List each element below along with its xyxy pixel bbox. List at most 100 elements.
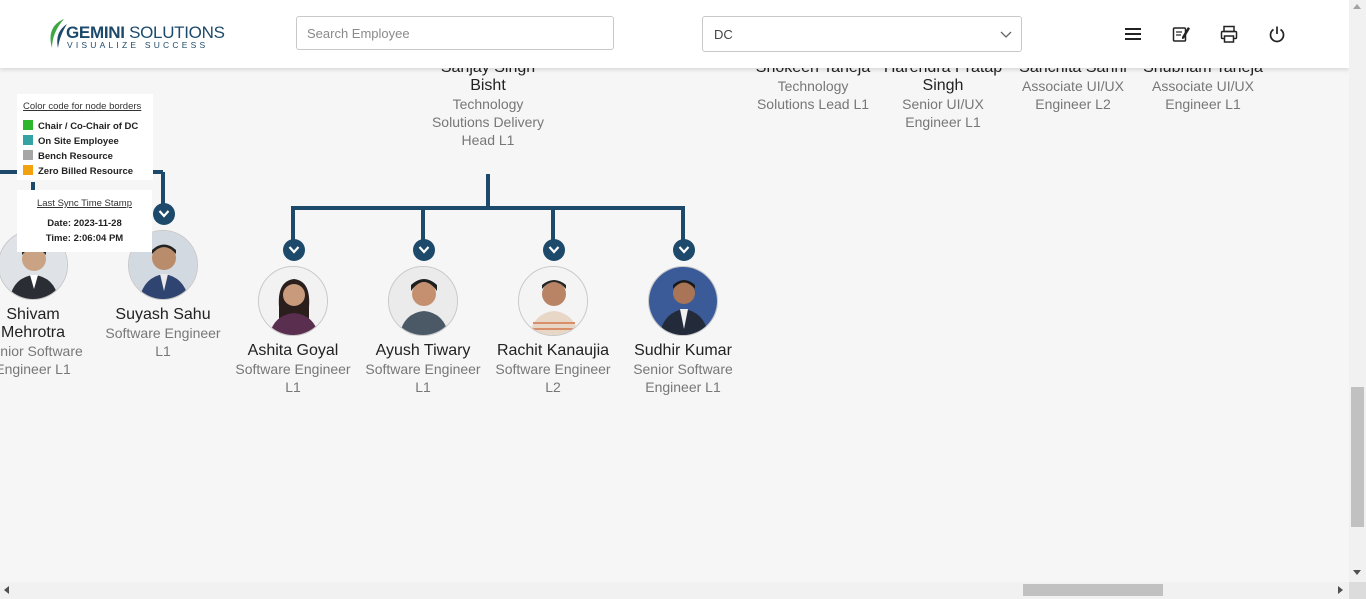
node-ayush-tiwary[interactable]: Ayush Tiwary Software Engineer L1	[358, 342, 488, 396]
avatar-ashita-goyal[interactable]	[258, 266, 328, 336]
node-sanjay-singh-bisht[interactable]: Sanjay Singh Bisht Technology Solutions …	[423, 68, 553, 149]
scroll-up-arrow-icon[interactable]	[1353, 4, 1361, 9]
node-role: Software Engineer	[495, 361, 611, 377]
sync-time: Time: 2:06:04 PM	[45, 233, 124, 244]
scroll-down-arrow-icon[interactable]	[1353, 570, 1361, 575]
expand-node-button[interactable]	[673, 239, 695, 261]
dc-dropdown[interactable]: DC	[702, 16, 1022, 52]
node-role: Head L1	[461, 132, 515, 148]
node-shokeen-taneja[interactable]: Shokeen Taneja Technology Solutions Lead…	[748, 68, 878, 113]
avatar-ayush-tiwary[interactable]	[388, 266, 458, 336]
node-name: Mehrotra	[0, 324, 66, 341]
horizontal-scrollbar[interactable]	[0, 582, 1349, 599]
legend-title: Color code for node borders	[23, 101, 142, 112]
power-logout-icon[interactable]	[1267, 24, 1287, 44]
chevron-down-icon	[1000, 31, 1012, 38]
gemini-solutions-logo[interactable]: GEMINI SOLUTIONS VISUALIZE SUCCESS	[46, 18, 225, 52]
node-name: Shokeen Taneja	[748, 68, 878, 77]
search-employee-input[interactable]	[296, 16, 614, 50]
node-name: Bisht	[470, 77, 506, 94]
logo-tagline: VISUALIZE SUCCESS	[67, 40, 209, 50]
avatar-rachit-kanaujia[interactable]	[518, 266, 588, 336]
node-role: Senior Software	[633, 361, 733, 377]
node-name: Ayush Tiwary	[375, 342, 471, 359]
node-role: Engineer L1	[905, 114, 981, 130]
node-role: Engineer L1	[0, 361, 71, 377]
node-role: Software Engineer	[105, 325, 221, 341]
sync-date: Date: 2023-11-28	[47, 218, 122, 229]
legend-item-zero-billed: Zero Billed Resource	[23, 165, 133, 177]
node-sudhir-kumar[interactable]: Sudhir Kumar Senior Software Engineer L1	[618, 342, 748, 396]
color-swatch	[23, 165, 33, 175]
dc-dropdown-value: DC	[714, 27, 733, 42]
node-role: Solutions Lead L1	[756, 96, 870, 112]
node-role: Software Engineer	[235, 361, 351, 377]
node-name: Rachit Kanaujia	[496, 342, 610, 359]
printer-icon[interactable]	[1219, 24, 1239, 44]
chevron-down-icon	[418, 246, 430, 254]
node-name: Shubham Taneja	[1138, 68, 1268, 77]
node-name: Sanchita Sahni	[1008, 68, 1138, 77]
expand-node-button[interactable]	[283, 239, 305, 261]
node-harendra-pratap-singh[interactable]: Harendra Pratap Singh Senior UI/UX Engin…	[878, 68, 1008, 131]
expand-node-button[interactable]	[153, 203, 175, 225]
person-photo-icon	[389, 267, 457, 335]
node-shivam-mehrotra[interactable]: Shivam Mehrotra Senior Software Engineer…	[0, 306, 98, 378]
legend-item-chair: Chair / Co-Chair of DC	[23, 120, 138, 132]
node-name: Sudhir Kumar	[634, 342, 732, 359]
node-name: Harendra Pratap	[878, 68, 1008, 77]
node-sanchita-sahni[interactable]: Sanchita Sahni Associate UI/UX Engineer …	[1008, 68, 1138, 113]
node-rachit-kanaujia[interactable]: Rachit Kanaujia Software Engineer L2	[488, 342, 618, 396]
node-role: Engineer L1	[645, 379, 721, 395]
chevron-down-icon	[158, 210, 170, 218]
node-role: L1	[285, 379, 301, 395]
node-role: Technology	[777, 78, 849, 94]
edit-note-icon[interactable]	[1171, 24, 1191, 44]
chevron-down-icon	[548, 246, 560, 254]
last-sync-panel: Last Sync Time Stamp Date: 2023-11-28 Ti…	[17, 190, 152, 252]
scroll-left-arrow-icon[interactable]	[4, 586, 9, 594]
legend-item-onsite: On Site Employee	[23, 135, 119, 147]
hamburger-menu-icon[interactable]	[1123, 24, 1143, 44]
horizontal-scroll-thumb[interactable]	[1023, 584, 1163, 596]
node-suyash-sahu[interactable]: Suyash Sahu Software Engineer L1	[98, 306, 228, 360]
expand-node-button[interactable]	[413, 239, 435, 261]
node-role: Software Engineer	[365, 361, 481, 377]
color-swatch	[23, 120, 33, 130]
node-role: Technology	[452, 96, 524, 112]
node-role: L1	[415, 379, 431, 395]
node-role: Solutions Delivery	[431, 114, 545, 130]
node-role: Engineer L2	[1035, 96, 1111, 112]
person-photo-icon	[649, 267, 717, 335]
node-role: L1	[155, 343, 171, 359]
node-name: Singh	[922, 77, 964, 94]
expand-node-button[interactable]	[543, 239, 565, 261]
scrollbar-corner	[1349, 582, 1366, 599]
vertical-scrollbar[interactable]	[1349, 0, 1366, 582]
vertical-scroll-thumb[interactable]	[1351, 387, 1364, 527]
avatar-sudhir-kumar[interactable]	[648, 266, 718, 336]
node-ashita-goyal[interactable]: Ashita Goyal Software Engineer L1	[228, 342, 358, 396]
color-swatch	[23, 150, 33, 160]
node-role: Engineer L1	[1165, 96, 1241, 112]
node-role: Senior UI/UX	[902, 96, 984, 112]
node-name: Suyash Sahu	[115, 306, 211, 323]
node-name: Ashita Goyal	[247, 342, 339, 359]
node-name: Shivam	[6, 306, 60, 323]
org-chart-canvas[interactable]: Sanjay Singh Bisht Technology Solutions …	[0, 68, 1349, 582]
color-swatch	[23, 135, 33, 145]
node-role: Senior Software	[0, 343, 83, 359]
node-role: L2	[545, 379, 561, 395]
logo-leaf-icon	[50, 19, 67, 48]
node-role: Associate UI/UX	[1152, 78, 1254, 94]
node-border-color-legend: Color code for node borders Chair / Co-C…	[17, 94, 153, 180]
person-photo-icon	[259, 267, 327, 335]
node-name: Sanjay Singh	[423, 68, 553, 77]
scroll-right-arrow-icon[interactable]	[1338, 586, 1343, 594]
node-shubham-taneja[interactable]: Shubham Taneja Associate UI/UX Engineer …	[1138, 68, 1268, 113]
person-photo-icon	[519, 267, 587, 335]
top-header: GEMINI SOLUTIONS VISUALIZE SUCCESS DC	[0, 0, 1349, 68]
chevron-down-icon	[678, 246, 690, 254]
legend-item-bench: Bench Resource	[23, 150, 113, 162]
sync-title: Last Sync Time Stamp	[36, 198, 133, 209]
